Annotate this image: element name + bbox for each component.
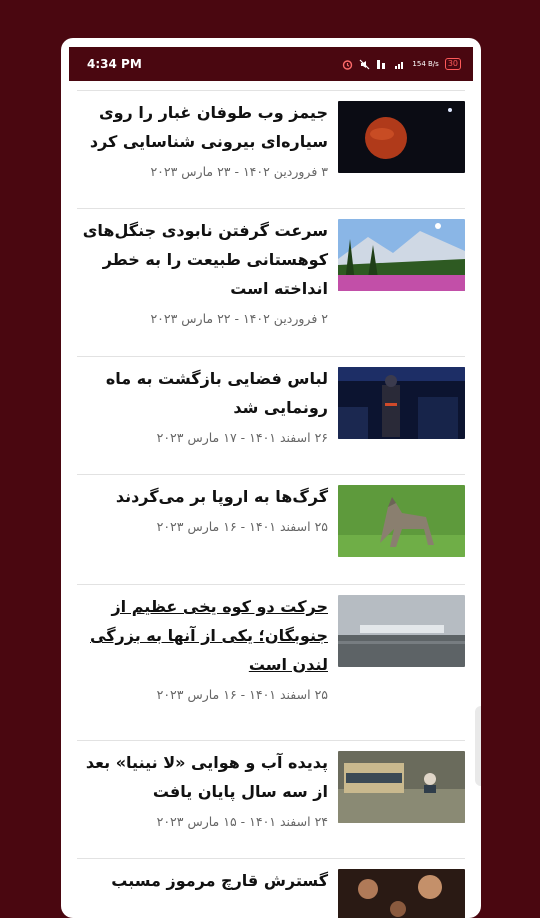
status-icons: 154 B/s 30	[342, 58, 461, 70]
article-item[interactable]: لباس فضایی بازگشت به ماه رونمایی شد ۲۶ ا…	[77, 356, 465, 474]
article-date: ۲۵ اسفند ۱۴۰۱ - ۱۶ مارس ۲۰۲۳	[156, 687, 328, 702]
article-list[interactable]: جیمز وب طوفان غبار را روی سیاره‌ای بیرون…	[77, 90, 465, 918]
mountain-forest-image	[338, 219, 465, 291]
article-date: ۲۶ اسفند ۱۴۰۱ - ۱۷ مارس ۲۰۲۳	[156, 430, 328, 445]
network-speed: 154 B/s	[412, 59, 439, 68]
article-title[interactable]: گرگ‌ها به اروپا بر می‌گردند	[77, 482, 328, 511]
spacesuit-image	[338, 367, 465, 439]
article-title[interactable]: جیمز وب طوفان غبار را روی سیاره‌ای بیرون…	[77, 98, 328, 156]
article-title[interactable]: سرعت گرفتن نابودی جنگل‌های کوهستانی طبیع…	[77, 216, 328, 303]
article-item[interactable]: گرگ‌ها به اروپا بر می‌گردند ۲۵ اسفند ۱۴۰…	[77, 474, 465, 584]
article-date: ۲ فروردین ۱۴۰۲ - ۲۲ مارس ۲۰۲۳	[150, 311, 328, 326]
planet-image	[338, 101, 465, 173]
status-bar: 4:34 PM 154 B/s 30	[69, 47, 473, 81]
side-scroll-handle[interactable]	[475, 706, 481, 786]
flood-image	[338, 751, 465, 823]
status-time: 4:34 PM	[87, 57, 142, 71]
article-date: ۳ فروردین ۱۴۰۲ - ۲۳ مارس ۲۰۲۳	[150, 164, 328, 179]
article-title[interactable]: لباس فضایی بازگشت به ماه رونمایی شد	[77, 364, 328, 422]
alarm-icon	[342, 59, 353, 70]
iceberg-image	[338, 595, 465, 667]
article-title[interactable]: گسترش قارچ مرموز مسبب	[77, 866, 328, 895]
mute-icon	[359, 59, 370, 70]
battery-level: 30	[447, 59, 458, 68]
article-item[interactable]: گسترش قارچ مرموز مسبب	[77, 858, 465, 918]
article-title[interactable]: پدیده آب و هوایی «لا نینیا» بعد از سه سا…	[77, 748, 328, 806]
article-date: ۲۴ اسفند ۱۴۰۱ - ۱۵ مارس ۲۰۲۳	[156, 814, 328, 829]
article-item[interactable]: جیمز وب طوفان غبار را روی سیاره‌ای بیرون…	[77, 90, 465, 208]
article-item[interactable]: پدیده آب و هوایی «لا نینیا» بعد از سه سا…	[77, 740, 465, 858]
article-title[interactable]: حرکت دو کوه یخی عظیم از جنوبگان؛ یکی از …	[77, 592, 328, 679]
sim-icon	[376, 59, 388, 70]
wolf-image	[338, 485, 465, 557]
fungus-image	[338, 869, 465, 918]
article-item[interactable]: حرکت دو کوه یخی عظیم از جنوبگان؛ یکی از …	[77, 584, 465, 740]
article-date: ۲۵ اسفند ۱۴۰۱ - ۱۶ مارس ۲۰۲۳	[156, 519, 328, 534]
signal-icon	[394, 59, 406, 70]
battery-icon: 30	[444, 58, 461, 70]
article-item[interactable]: سرعت گرفتن نابودی جنگل‌های کوهستانی طبیع…	[77, 208, 465, 356]
phone-screen: 4:34 PM 154 B/s 30 جیمز وب طوفان غبار را…	[61, 38, 481, 918]
